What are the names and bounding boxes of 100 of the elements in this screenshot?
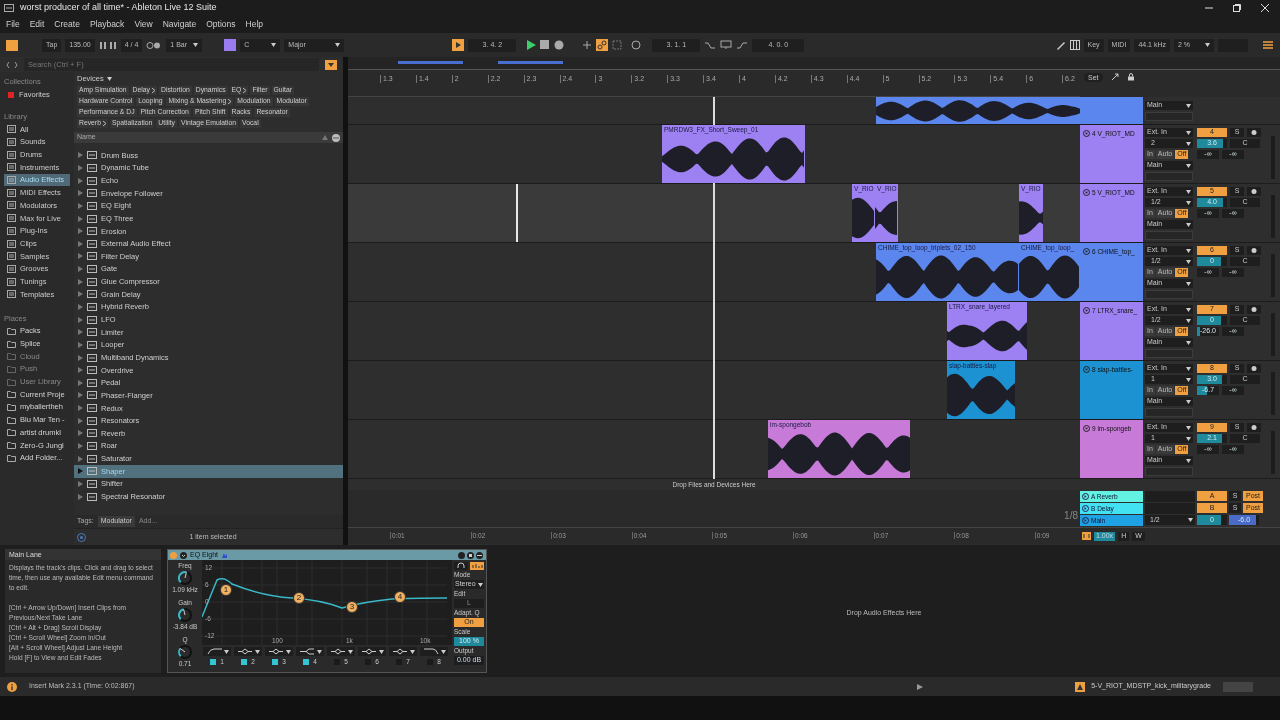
automation-arm-icon [596,39,609,51]
sort-icon [322,135,328,140]
band-toggle[interactable] [272,658,279,665]
menu-item[interactable]: File [6,18,20,31]
device-icon [87,391,97,400]
device-icon [87,151,97,160]
list-icon [7,252,16,261]
arm-button-icon [1247,128,1261,137]
list-icon [7,277,16,286]
caret-icon [1186,130,1191,135]
knob[interactable] [177,570,193,586]
caret-icon [193,43,199,47]
band-toggle[interactable] [210,658,217,665]
band-toggle[interactable] [303,658,310,665]
caret-icon [1186,281,1191,286]
lock-icon [1126,73,1135,81]
caret-icon [1186,366,1191,371]
caret-icon [1186,200,1191,205]
filter-type-dropdown[interactable] [389,647,417,656]
filter-type-dropdown[interactable] [203,647,231,656]
filter-type-dropdown[interactable] [420,647,448,656]
device-icon [87,239,97,248]
warning-icon [1075,681,1086,692]
filter-type-dropdown[interactable] [265,647,293,656]
chevron-icon [228,99,232,104]
pencil-icon [1055,40,1066,50]
scale-mode-button[interactable] [224,39,237,51]
menu-item[interactable]: Options [206,18,236,31]
device-icon [87,353,97,362]
caret-icon [1186,458,1191,463]
app-icon [4,4,14,12]
caret-icon [478,582,483,587]
metronome-icon [146,40,163,50]
eq-band-handle[interactable]: 2 [293,592,305,604]
filter-shape-icon [298,647,315,656]
chevron-icon [152,88,155,93]
list-icon [7,163,16,172]
caret-icon [223,649,229,654]
caret-icon [1186,399,1191,404]
device-icon [87,227,97,236]
device-icon [87,290,97,299]
grid-setting[interactable]: 1/8 [1064,508,1078,523]
fold-icon [1082,517,1089,524]
back-forward-icon [6,60,18,69]
filter-type-dropdown[interactable] [296,647,324,656]
caret-icon [335,43,341,47]
filter-type-dropdown[interactable] [327,647,355,656]
stop-icon [540,40,551,50]
device-icon [87,315,97,324]
menu-item[interactable]: Navigate [162,18,197,31]
device-icon [87,378,97,387]
menu-item[interactable]: View [134,18,153,31]
caret-icon [285,649,291,654]
menu-item[interactable]: Create [54,18,80,31]
eq-band-handle[interactable]: 4 [394,591,406,603]
caret-icon [1186,259,1191,264]
device-icon [87,442,97,451]
device-icon [87,201,97,210]
caret-icon [378,649,384,654]
device-icon [87,454,97,463]
caret-icon [1186,103,1191,108]
arm-button-icon [1247,423,1261,432]
browser-toggle-button[interactable] [6,39,18,51]
caret-icon [409,649,415,654]
filter-shape-icon [236,647,253,656]
caret-icon [1186,377,1191,382]
fold-icon [1083,130,1090,138]
zoom-icon [1082,532,1091,540]
device-icon [87,479,97,488]
overview-bar[interactable] [348,57,1280,70]
caret-icon [1188,518,1193,522]
device-icon [87,492,97,501]
device-icon [87,467,97,476]
arm-button-icon [1247,246,1261,255]
eq-band-handle[interactable]: 1 [220,584,232,596]
caret-icon [271,43,277,47]
eq-band-handle[interactable]: 3 [346,601,358,613]
knob[interactable] [177,607,193,623]
device-icon [87,340,97,349]
filter-type-dropdown[interactable] [234,647,262,656]
caret-icon [1186,189,1191,194]
audio-clip[interactable] [876,97,1080,124]
list-icon [7,188,16,197]
device-icon [87,252,97,261]
device-icon [87,277,97,286]
band-toggle[interactable] [241,658,248,665]
capture-icons-drawing [612,40,643,50]
menu-item[interactable]: Edit [29,18,45,31]
device-icon [87,328,97,337]
menu-item[interactable]: Help [245,18,263,31]
fold-icon [1083,425,1090,433]
list-icon [7,290,16,299]
arm-button-icon [1247,187,1261,196]
list-icon [7,239,16,248]
filter-type-dropdown[interactable] [358,647,386,656]
knob[interactable] [177,644,193,660]
punch-in-icon [704,40,717,50]
restore-icon [1232,3,1242,13]
menu-item[interactable]: Playback [89,18,125,31]
caret-icon [1186,141,1191,146]
